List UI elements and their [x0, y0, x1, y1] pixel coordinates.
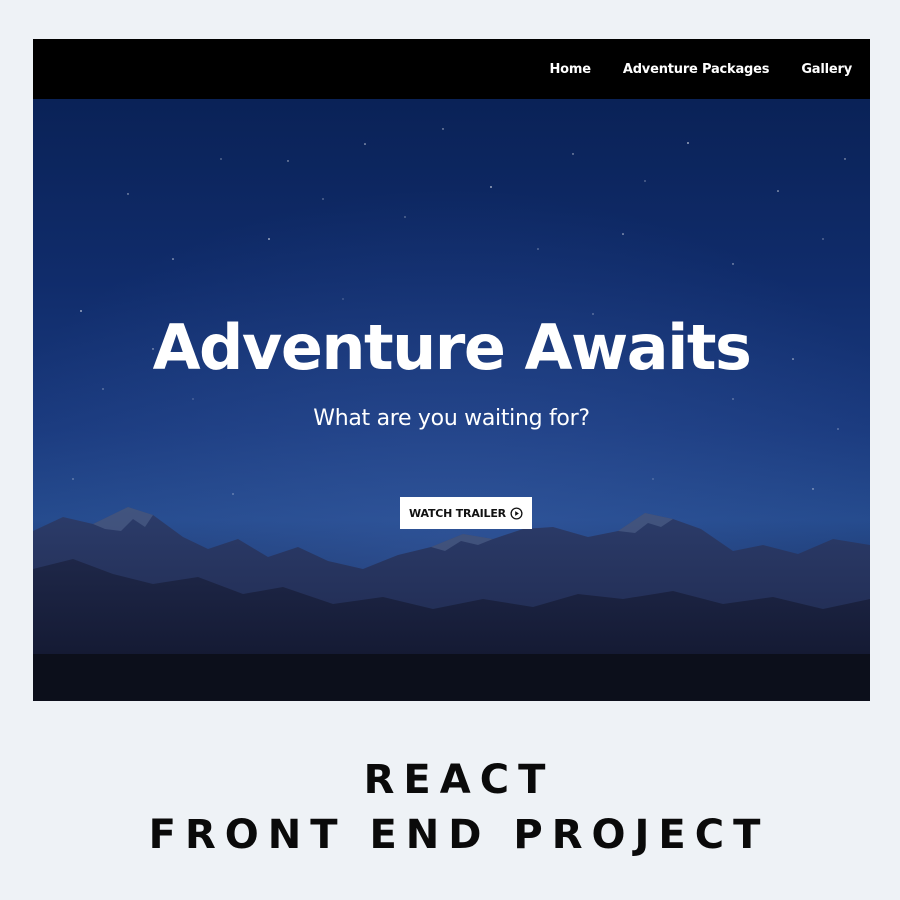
hero-section: Adventure Awaits What are you waiting fo…	[33, 99, 870, 701]
watch-trailer-button[interactable]: WATCH TRAILER	[400, 497, 532, 529]
play-circle-icon	[510, 506, 523, 520]
nav-link-home[interactable]: Home	[549, 62, 591, 77]
nav-link-gallery[interactable]: Gallery	[801, 62, 852, 77]
website-screenshot: Home Adventure Packages Gallery Adventur…	[33, 39, 870, 701]
hero-title: Adventure Awaits	[152, 311, 752, 384]
hero-subtitle: What are you waiting for?	[313, 406, 590, 431]
hero-content: Adventure Awaits What are you waiting fo…	[33, 99, 870, 701]
nav-link-adventure-packages[interactable]: Adventure Packages	[623, 62, 770, 77]
caption-line-2: FRONT END PROJECT	[148, 812, 770, 858]
watch-trailer-label: WATCH TRAILER	[409, 506, 506, 520]
navbar: Home Adventure Packages Gallery	[33, 39, 870, 99]
caption-line-1: REACT	[363, 757, 555, 803]
